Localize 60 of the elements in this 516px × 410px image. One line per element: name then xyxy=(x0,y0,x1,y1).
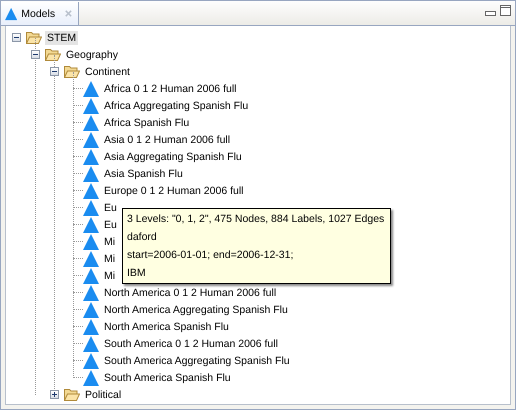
tooltip-text: 3 Levels: "0, 1, 2", 475 Nodes, 884 Labels, 1027 Edges xyxy=(127,212,384,226)
folder-icon xyxy=(64,65,80,78)
tree-item[interactable]: Continent xyxy=(83,64,132,78)
triangle-icon xyxy=(5,6,18,22)
tree-item[interactable]: North America 0 1 2 Human 2006 full xyxy=(102,286,278,300)
triangle-icon xyxy=(83,166,99,182)
triangle-icon xyxy=(83,284,99,300)
tree-item[interactable]: North America Spanish Flu xyxy=(102,320,231,334)
minus-icon xyxy=(32,51,39,58)
tooltip-text: daford xyxy=(127,230,158,244)
tree-item[interactable]: Asia Aggregating Spanish Flu xyxy=(102,150,244,164)
triangle-icon xyxy=(83,370,99,386)
triangle-icon xyxy=(83,98,99,114)
tree-item[interactable]: North America Aggregating Spanish Flu xyxy=(102,302,290,316)
triangle-icon xyxy=(83,336,99,352)
tree-item[interactable]: Asia Spanish Flu xyxy=(102,166,185,180)
folder-icon xyxy=(26,31,42,44)
expand-button[interactable] xyxy=(50,390,59,399)
triangle-icon xyxy=(83,318,99,334)
tooltip-text: IBM xyxy=(127,266,147,280)
triangle-icon xyxy=(83,80,99,96)
tree-item[interactable]: Mi xyxy=(102,268,118,282)
tooltip-text: start=2006-01-01; end=2006-12-31; xyxy=(127,248,294,262)
triangle-icon xyxy=(83,132,99,148)
tree-item[interactable]: Africa Aggregating Spanish Flu xyxy=(102,98,250,112)
collapse-button[interactable] xyxy=(50,67,59,76)
tree-item[interactable]: South America Aggregating Spanish Flu xyxy=(102,354,292,368)
triangle-icon xyxy=(83,268,99,284)
triangle-icon xyxy=(83,148,99,164)
tree-item[interactable]: Africa 0 1 2 Human 2006 full xyxy=(102,82,238,96)
tree-item[interactable]: South America Spanish Flu xyxy=(102,370,233,384)
triangle-icon xyxy=(83,114,99,130)
plus-icon xyxy=(51,391,58,398)
tree-item[interactable]: South America 0 1 2 Human 2006 full xyxy=(102,336,280,350)
tree-item[interactable]: Eu xyxy=(102,200,119,214)
tree-item[interactable]: Political xyxy=(83,388,124,402)
tree-item[interactable]: Africa Spanish Flu xyxy=(102,116,192,130)
view-tab[interactable]: Models xyxy=(1,2,79,25)
tree-item[interactable]: Geography xyxy=(64,48,120,62)
triangle-icon xyxy=(83,302,99,318)
tree-item[interactable]: Asia 0 1 2 Human 2006 full xyxy=(102,132,232,146)
triangle-icon xyxy=(83,182,99,198)
tree-item[interactable]: Mi xyxy=(102,252,118,266)
triangle-icon xyxy=(83,200,99,216)
triangle-icon xyxy=(83,352,99,368)
collapse-button[interactable] xyxy=(31,50,40,59)
triangle-icon xyxy=(83,216,99,232)
collapse-button[interactable] xyxy=(12,33,21,42)
tree-item[interactable]: Eu xyxy=(102,218,119,232)
minus-icon xyxy=(51,68,58,75)
tree-item[interactable]: Europe 0 1 2 Human 2006 full xyxy=(102,184,246,198)
maximize-icon[interactable] xyxy=(500,5,511,16)
triangle-icon xyxy=(83,234,99,250)
folder-icon xyxy=(45,48,61,61)
minimize-icon[interactable] xyxy=(485,11,496,16)
tree-item[interactable]: STEM xyxy=(45,30,78,44)
triangle-icon xyxy=(83,250,99,266)
tree-item[interactable]: Mi xyxy=(102,234,118,248)
folder-icon xyxy=(64,388,80,401)
minus-icon xyxy=(13,34,20,41)
